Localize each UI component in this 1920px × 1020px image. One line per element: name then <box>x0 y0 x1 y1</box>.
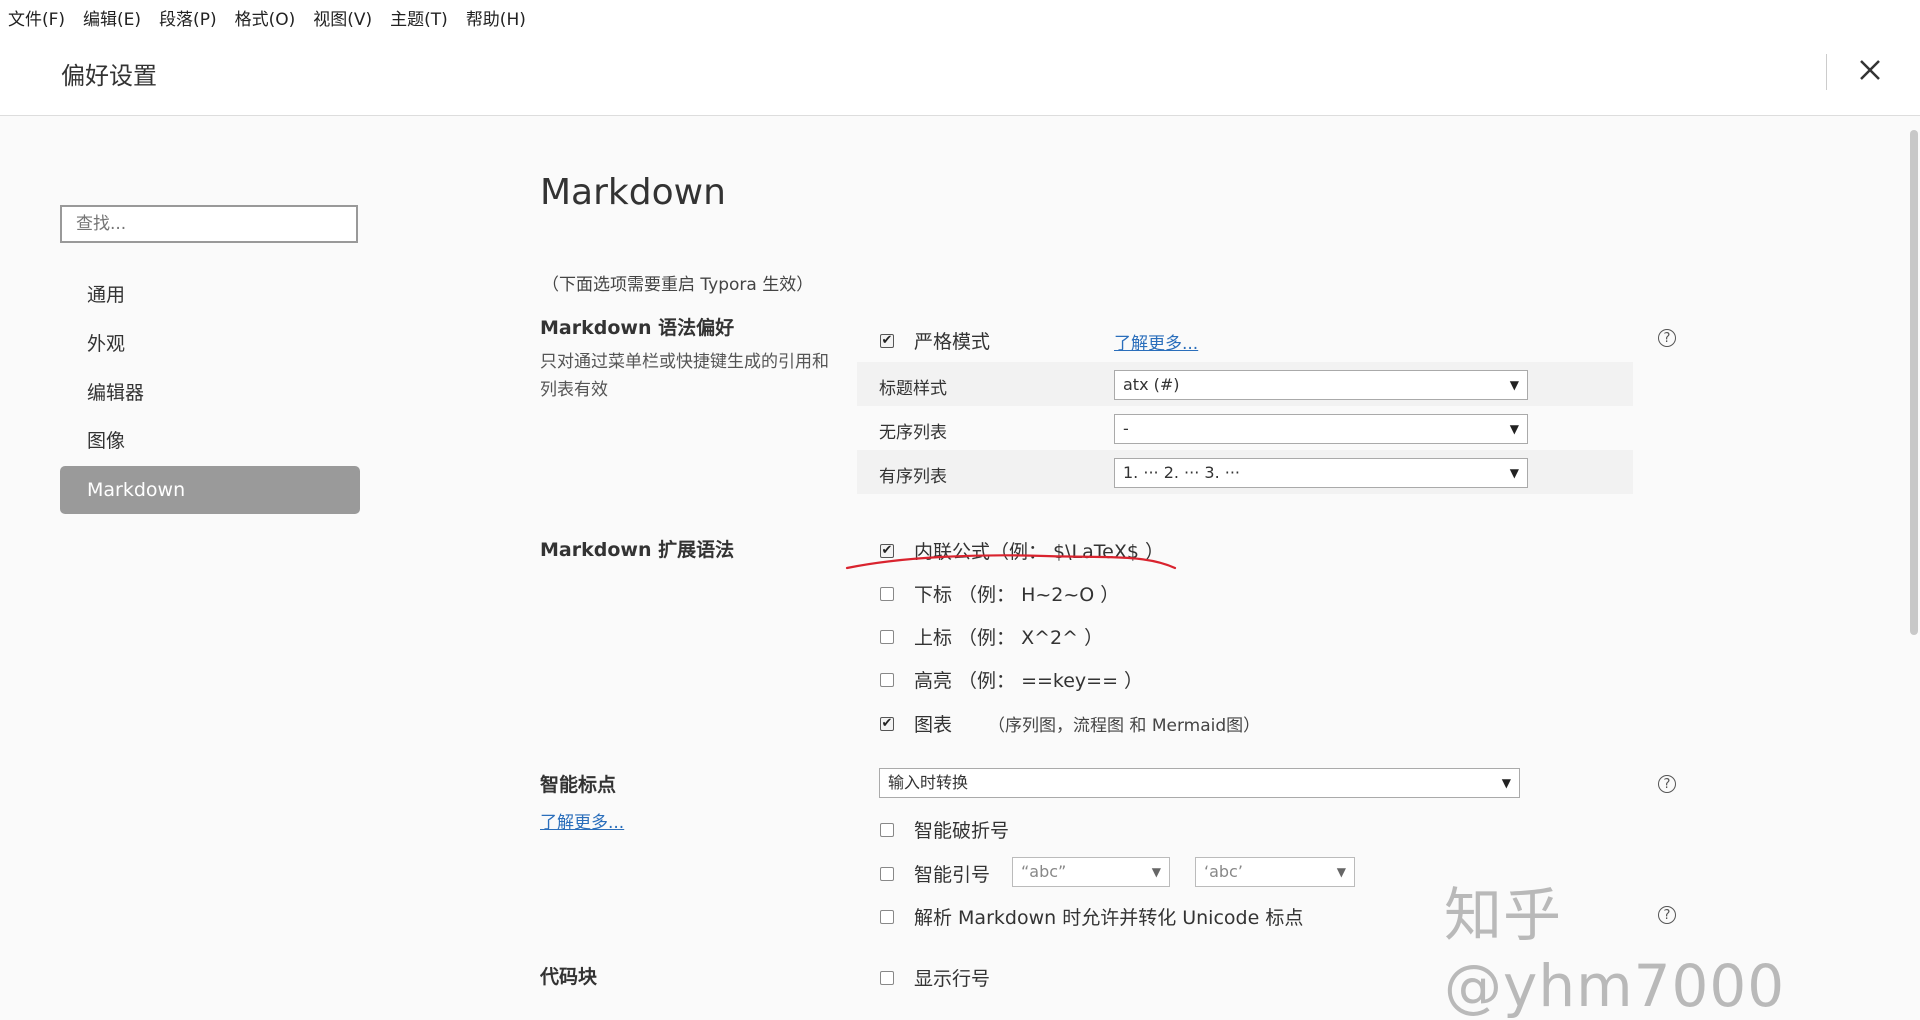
ul-style-label: 无序列表 <box>879 423 947 443</box>
subscript-label: 下标 （例： H~2~O ） <box>914 584 1120 606</box>
heading-style-label: 标题样式 <box>879 379 947 399</box>
red-underline-annotation <box>845 554 1177 570</box>
sidebar-item-appearance[interactable]: 外观 <box>60 320 360 368</box>
smart-dash-label: 智能破折号 <box>914 820 1010 842</box>
chevron-down-icon: ▼ <box>1151 865 1161 879</box>
menu-theme[interactable]: 主题(T) <box>390 5 448 30</box>
help-icon[interactable]: ? <box>1658 775 1676 793</box>
heading-style-value: atx (#) <box>1123 375 1180 394</box>
smart-quote-label: 智能引号 <box>914 864 991 886</box>
menu-paragraph[interactable]: 段落(P) <box>159 5 217 30</box>
menu-edit[interactable]: 编辑(E) <box>83 5 141 30</box>
menu-view[interactable]: 视图(V) <box>313 5 372 30</box>
strict-mode-option[interactable]: ✔ 严格模式 <box>880 327 990 354</box>
chevron-down-icon: ▼ <box>1509 422 1519 436</box>
diagram-label: 图表 <box>914 714 953 736</box>
single-quote-value: ‘abc’ <box>1204 862 1243 881</box>
double-quote-select[interactable]: “abc” ▼ <box>1012 857 1170 887</box>
section-heading: Markdown <box>540 172 726 213</box>
strict-mode-checkbox[interactable]: ✔ <box>880 333 894 348</box>
search-input[interactable] <box>60 205 358 243</box>
strict-mode-label: 严格模式 <box>914 331 991 353</box>
chevron-down-icon: ▼ <box>1509 378 1519 392</box>
double-quote-value: “abc” <box>1021 862 1067 881</box>
strict-learn-more-link[interactable]: 了解更多... <box>1114 329 1198 354</box>
highlight-label: 高亮 （例： ==key== ） <box>914 670 1144 692</box>
header-divider <box>1826 54 1827 90</box>
code-block-title: 代码块 <box>540 966 598 988</box>
sidebar-item-general[interactable]: 通用 <box>60 271 360 319</box>
subscript-checkbox[interactable] <box>880 586 894 601</box>
superscript-option[interactable]: 上标 （例： X^2^ ） <box>880 623 1103 650</box>
unicode-punct-label: 解析 Markdown 时允许并转化 Unicode 标点 <box>914 907 1304 929</box>
sidebar-item-markdown[interactable]: Markdown <box>60 466 360 514</box>
close-icon[interactable] <box>1852 52 1888 88</box>
ul-style-value: - <box>1123 419 1129 438</box>
superscript-label: 上标 （例： X^2^ ） <box>914 627 1104 649</box>
highlight-checkbox[interactable] <box>880 672 894 687</box>
smart-dash-option[interactable]: 智能破折号 <box>880 816 1009 843</box>
scrollbar-thumb[interactable] <box>1910 130 1918 635</box>
smart-quote-checkbox[interactable] <box>880 866 894 881</box>
menu-bar: 文件(F) 编辑(E) 段落(P) 格式(O) 视图(V) 主题(T) 帮助(H… <box>0 0 1920 34</box>
restart-note: （下面选项需要重启 Typora 生效） <box>542 275 814 295</box>
highlight-option[interactable]: 高亮 （例： ==key== ） <box>880 666 1143 693</box>
ul-style-select[interactable]: - ▼ <box>1114 414 1528 444</box>
chevron-down-icon: ▼ <box>1501 776 1511 790</box>
diagram-note: （序列图，流程图 和 Mermaid图） <box>988 716 1261 736</box>
smart-punct-title: 智能标点 <box>540 774 617 796</box>
ol-style-label: 有序列表 <box>879 467 947 487</box>
smart-punct-value: 输入时转换 <box>888 773 969 792</box>
diagram-checkbox[interactable]: ✔ <box>880 716 894 731</box>
chevron-down-icon: ▼ <box>1336 865 1346 879</box>
superscript-checkbox[interactable] <box>880 629 894 644</box>
sidebar-item-editor[interactable]: 编辑器 <box>60 369 360 417</box>
preferences-header: 偏好设置 <box>0 34 1920 116</box>
menu-format[interactable]: 格式(O) <box>235 5 296 30</box>
syntax-pref-desc: 只对通过菜单栏或快捷键生成的引用和列表有效 <box>540 352 829 400</box>
ext-syntax-title: Markdown 扩展语法 <box>540 539 735 561</box>
single-quote-select[interactable]: ‘abc’ ▼ <box>1195 857 1355 887</box>
menu-help[interactable]: 帮助(H) <box>466 5 526 30</box>
smart-quote-option[interactable]: 智能引号 <box>880 860 990 887</box>
sidebar-item-image[interactable]: 图像 <box>60 417 360 465</box>
chevron-down-icon: ▼ <box>1509 466 1519 480</box>
ol-style-select[interactable]: 1. ··· 2. ··· 3. ··· ▼ <box>1114 458 1528 488</box>
ol-style-value: 1. ··· 2. ··· 3. ··· <box>1123 463 1240 482</box>
page-title: 偏好设置 <box>61 62 157 90</box>
smart-punct-learn-more-link[interactable]: 了解更多... <box>540 808 624 833</box>
menu-file[interactable]: 文件(F) <box>8 5 65 30</box>
heading-style-select[interactable]: atx (#) ▼ <box>1114 370 1528 400</box>
subscript-option[interactable]: 下标 （例： H~2~O ） <box>880 580 1119 607</box>
smart-dash-checkbox[interactable] <box>880 822 894 837</box>
line-numbers-checkbox[interactable] <box>880 970 894 985</box>
unicode-punct-checkbox[interactable] <box>880 909 894 924</box>
smart-punct-select[interactable]: 输入时转换 ▼ <box>879 768 1520 798</box>
diagram-option[interactable]: ✔ 图表 （序列图，流程图 和 Mermaid图） <box>880 710 1260 737</box>
watermark: 知乎 @yhm7000 <box>1444 881 1786 1020</box>
syntax-pref-title: Markdown 语法偏好 <box>540 317 735 339</box>
help-icon[interactable]: ? <box>1658 329 1676 347</box>
unicode-punct-option[interactable]: 解析 Markdown 时允许并转化 Unicode 标点 <box>880 903 1303 930</box>
